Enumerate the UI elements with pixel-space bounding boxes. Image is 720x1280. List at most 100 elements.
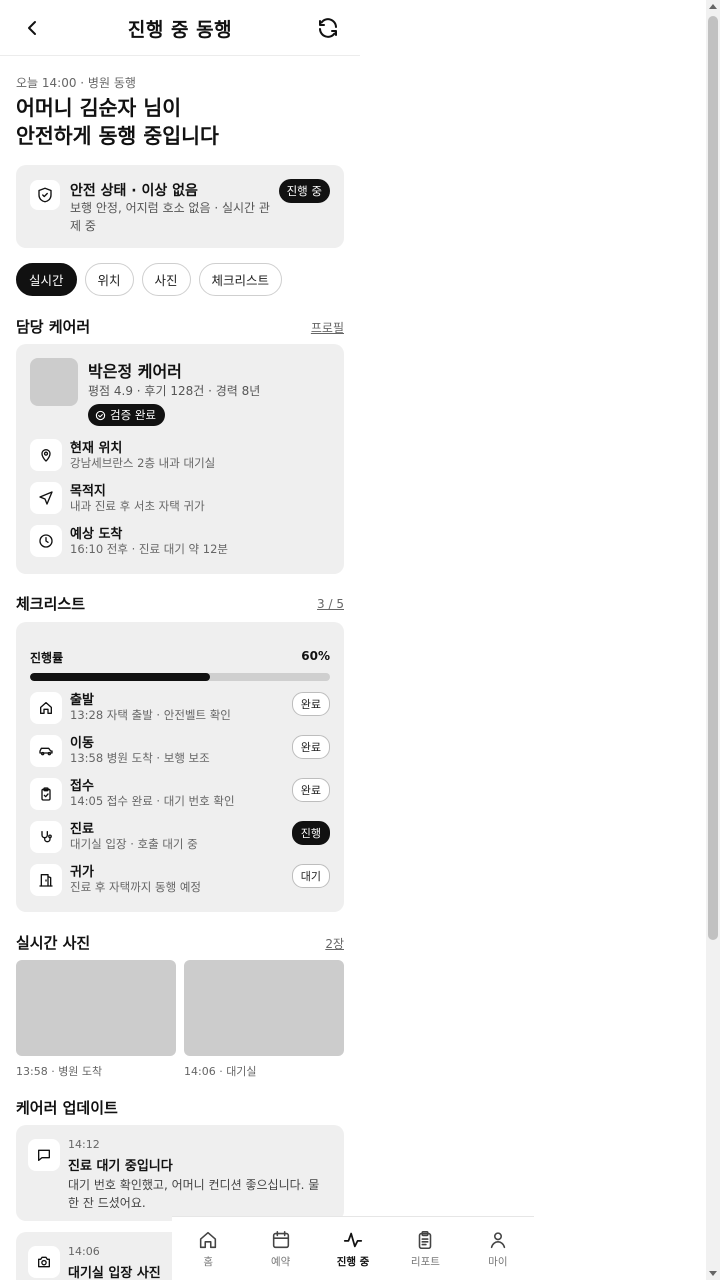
safety-title: 안전 상태 · 이상 없음 xyxy=(70,183,198,199)
updates-section-title: 케어러 업데이트 xyxy=(16,1099,118,1117)
step-sub: 대기실 입장 · 호출 대기 중 xyxy=(70,837,198,851)
update-title: 대기실 입장 사진 xyxy=(68,1266,161,1280)
update-body: 대기 번호 확인했고, 어머니 컨디션 좋으십니다. 물 한 잔 드셨어요. xyxy=(68,1178,320,1210)
verified-badge: 검증 완료 xyxy=(88,404,165,426)
nav-report[interactable]: 리포트 xyxy=(389,1217,461,1280)
nav-reservation[interactable]: 예약 xyxy=(244,1217,316,1280)
shield-check-icon xyxy=(30,180,60,210)
carer-section-title: 담당 케어러 xyxy=(16,318,91,336)
tab-realtime[interactable]: 실시간 xyxy=(16,263,77,296)
info-title: 현재 위치 xyxy=(70,441,123,456)
navigation-icon xyxy=(30,482,62,514)
calendar-icon xyxy=(272,1230,289,1249)
tab-photos[interactable]: 사진 xyxy=(141,263,191,296)
hero-line-1: 어머니 김순자 님이 xyxy=(16,96,182,120)
info-title: 목적지 xyxy=(70,484,106,499)
step-status-badge: 완료 xyxy=(291,735,330,759)
tab-checklist[interactable]: 체크리스트 xyxy=(198,263,283,296)
page-scrollbar[interactable] xyxy=(706,0,720,1280)
nav-home[interactable]: 홈 xyxy=(172,1217,244,1280)
nav-label: 리포트 xyxy=(410,1256,440,1268)
check-circle-icon xyxy=(95,410,106,420)
step-sub: 13:28 자택 출발 · 안전벨트 확인 xyxy=(70,708,231,722)
checklist-item-reception: 접수 14:05 접수 완료 · 대기 번호 확인 완료 xyxy=(30,778,330,814)
carer-name: 박은정 케어러 xyxy=(88,362,182,381)
scroll-up-arrow-icon[interactable] xyxy=(709,4,717,9)
photo-caption: 13:58 · 병원 도착 xyxy=(16,1065,103,1078)
step-status-badge: 대기 xyxy=(291,864,330,888)
activity-icon xyxy=(343,1232,363,1248)
page-title: 진행 중 동행 xyxy=(127,19,233,41)
car-icon xyxy=(30,735,62,767)
checklist-item-return: 귀가 진료 후 자택까지 동행 예정 대기 xyxy=(30,864,330,900)
home-icon xyxy=(30,692,62,724)
step-status-badge: 완료 xyxy=(291,692,330,716)
info-sub: 내과 진료 후 서초 자택 귀가 xyxy=(70,499,205,513)
photos-section-title: 실시간 사진 xyxy=(16,934,91,952)
avatar xyxy=(30,358,78,406)
camera-icon xyxy=(28,1246,60,1278)
progress-label: 진행률 xyxy=(30,651,64,665)
status-badge: 진행 중 xyxy=(278,179,330,203)
stethoscope-icon xyxy=(30,821,62,853)
update-item[interactable]: 14:12 진료 대기 중입니다 대기 번호 확인했고, 어머니 컨디션 좋으십… xyxy=(16,1125,344,1221)
hero-line-2: 안전하게 동행 중입니다 xyxy=(16,124,219,148)
checklist-item-consultation: 진료 대기실 입장 · 호출 대기 중 진행 xyxy=(30,821,330,857)
profile-link[interactable]: 프로필 xyxy=(311,319,344,336)
info-row-eta: 예상 도착 16:10 전후 · 진료 대기 약 12분 xyxy=(30,525,330,559)
checklist-count-link[interactable]: 3 / 5 xyxy=(317,597,344,611)
photo-thumbnail[interactable] xyxy=(16,960,176,1056)
checklist-card: 진행률 60% 출발 13:28 자택 출발 · 안전벨트 확인 완료 이동 1… xyxy=(16,622,344,912)
door-icon xyxy=(30,864,62,896)
bottom-navigation: 홈 예약 진행 중 리포트 마이 xyxy=(172,1216,534,1280)
home-icon xyxy=(200,1231,217,1249)
scrollbar-thumb[interactable] xyxy=(708,16,718,940)
progress-fill xyxy=(30,673,210,681)
photo-thumbnail[interactable] xyxy=(184,960,344,1056)
step-status-badge: 진행 xyxy=(291,821,330,845)
update-time: 14:06 xyxy=(68,1245,100,1258)
nav-my[interactable]: 마이 xyxy=(462,1217,534,1280)
step-sub: 진료 후 자택까지 동행 예정 xyxy=(70,880,202,894)
info-sub: 16:10 전후 · 진료 대기 약 12분 xyxy=(70,542,229,556)
info-row-destination: 목적지 내과 진료 후 서초 자택 귀가 xyxy=(30,482,330,516)
safety-status-card: 안전 상태 · 이상 없음 보행 안정, 어지럼 호소 없음 · 실시간 관제 … xyxy=(16,165,344,248)
location-pin-icon xyxy=(30,439,62,471)
hero-heading: 어머니 김순자 님이 안전하게 동행 중입니다 xyxy=(16,94,219,150)
info-sub: 강남세브란스 2층 내과 대기실 xyxy=(70,456,216,470)
info-row-current-location: 현재 위치 강남세브란스 2층 내과 대기실 xyxy=(30,439,330,473)
app-screen: 진행 중 동행 오늘 14:00 · 병원 동행 어머니 김순자 님이 안전하게… xyxy=(0,0,360,1280)
clipboard-icon xyxy=(30,778,62,810)
clock-icon xyxy=(30,525,62,557)
verified-label: 검증 완료 xyxy=(110,408,156,422)
step-title: 귀가 xyxy=(70,865,94,880)
message-icon xyxy=(28,1139,60,1171)
nav-label: 예약 xyxy=(270,1256,291,1268)
progress-value: 60% xyxy=(301,649,330,663)
step-title: 접수 xyxy=(70,779,94,794)
nav-in-progress[interactable]: 진행 중 xyxy=(317,1217,389,1280)
report-icon xyxy=(419,1230,432,1250)
nav-label: 홈 xyxy=(203,1256,214,1268)
user-icon xyxy=(490,1232,506,1249)
safety-description: 보행 안정, 어지럼 호소 없음 · 실시간 관제 중 xyxy=(70,201,270,233)
carer-card: 박은정 케어러 평점 4.9 · 후기 128건 · 경력 8년 검증 완료 현… xyxy=(16,344,344,574)
carer-meta: 평점 4.9 · 후기 128건 · 경력 8년 xyxy=(88,384,261,398)
step-title: 진료 xyxy=(70,822,94,837)
tab-location[interactable]: 위치 xyxy=(84,263,134,296)
step-sub: 13:58 병원 도착 · 보행 보조 xyxy=(70,751,210,765)
refresh-icon[interactable] xyxy=(316,16,340,40)
scroll-down-arrow-icon[interactable] xyxy=(709,1271,717,1276)
step-sub: 14:05 접수 완료 · 대기 번호 확인 xyxy=(70,794,235,808)
photo-caption: 14:06 · 대기실 xyxy=(184,1065,257,1078)
update-time: 14:12 xyxy=(68,1138,100,1151)
step-title: 출발 xyxy=(70,693,94,708)
nav-label: 마이 xyxy=(488,1256,508,1268)
checklist-item-departure: 출발 13:28 자택 출발 · 안전벨트 확인 완료 xyxy=(30,692,330,728)
step-status-badge: 완료 xyxy=(291,778,330,802)
checklist-item-transit: 이동 13:58 병원 도착 · 보행 보조 완료 xyxy=(30,735,330,771)
nav-label: 진행 중 xyxy=(336,1256,370,1268)
photos-count-link[interactable]: 2장 xyxy=(325,935,344,952)
top-app-bar: 진행 중 동행 xyxy=(0,0,360,56)
checklist-section-title: 체크리스트 xyxy=(16,595,86,613)
